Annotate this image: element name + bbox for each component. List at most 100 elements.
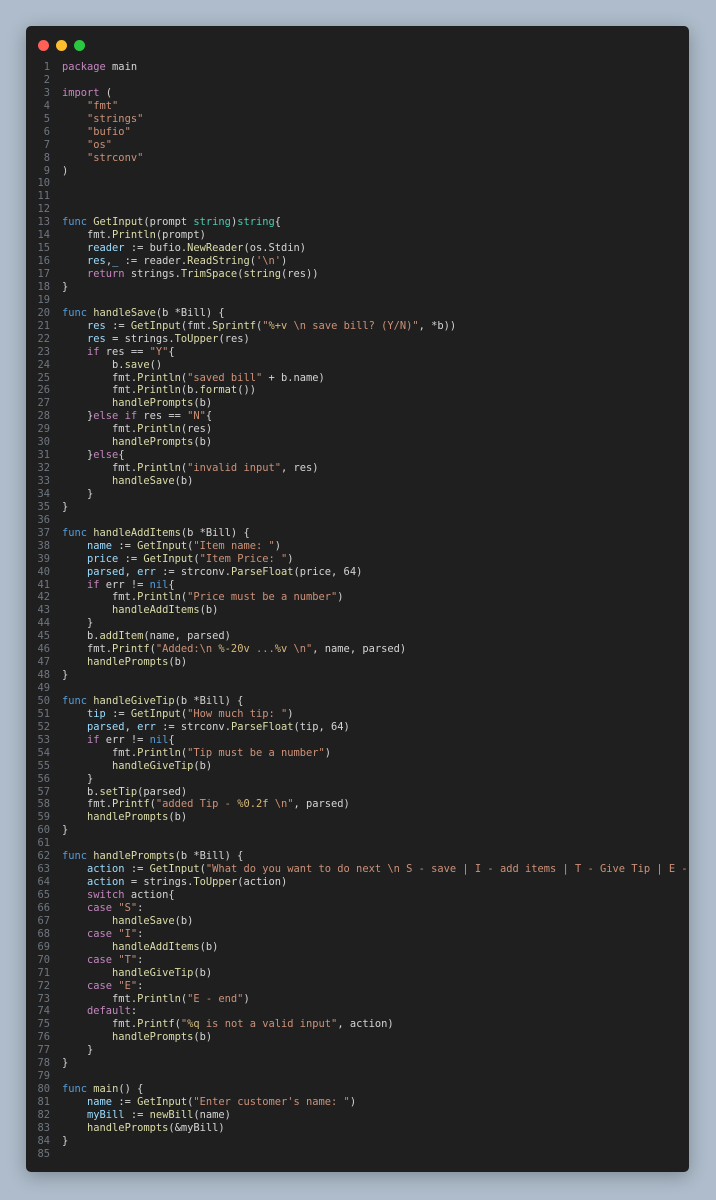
code-line: 57 b.setTip(parsed) — [26, 786, 689, 799]
code-token: : — [137, 953, 144, 966]
line-source: return strings.TrimSpace(string(res)) — [62, 268, 319, 281]
code-line: 23 if res == "Y"{ — [26, 346, 689, 359]
line-number: 57 — [37, 785, 50, 798]
code-token: fmt. — [62, 992, 138, 1005]
code-line: 14 fmt.Println(prompt) — [26, 229, 689, 242]
code-token: (b) — [174, 914, 194, 927]
code-token: "fmt" — [87, 99, 119, 112]
line-source: func main() { — [62, 1083, 143, 1096]
code-line: 58 fmt.Printf("added Tip - %0.2f \n", pa… — [26, 798, 689, 811]
code-token: "How much tip: " — [187, 707, 288, 720]
code-token: GetInput — [149, 863, 200, 876]
line-source: default: — [62, 1005, 137, 1018]
close-button[interactable] — [38, 40, 49, 51]
code-token: else — [93, 449, 119, 462]
code-token: := strconv. — [155, 720, 231, 733]
code-token: (b *Bill) { — [174, 850, 244, 863]
code-line: 52 parsed, err := strconv.ParseFloat(tip… — [26, 721, 689, 734]
code-token: := — [112, 539, 138, 552]
code-line: 36 — [26, 514, 689, 527]
code-line: 77 } — [26, 1044, 689, 1057]
line-number: 55 — [37, 759, 50, 772]
code-token: (b) — [193, 966, 213, 979]
code-line: 65 switch action{ — [26, 889, 689, 902]
code-token: ) — [274, 539, 281, 552]
code-line: 19 — [26, 294, 689, 307]
line-number: 60 — [37, 824, 50, 837]
code-token: default — [87, 1005, 131, 1018]
code-token: GetInput — [130, 319, 181, 332]
code-token: } — [62, 617, 94, 630]
code-token: else — [93, 410, 119, 423]
line-number: 66 — [37, 901, 50, 914]
line-source: name := GetInput("Item name: ") — [62, 540, 281, 553]
code-line: 75 fmt.Printf("%q is not a valid input",… — [26, 1018, 689, 1031]
line-number: 33 — [37, 475, 50, 487]
code-token: "strings" — [87, 112, 144, 125]
line-number: 19 — [37, 293, 50, 306]
code-token: () — [149, 358, 163, 371]
code-token: Println — [137, 423, 181, 436]
code-token: b. — [62, 358, 125, 371]
code-token: (name) — [193, 1108, 231, 1121]
line-number: 58 — [37, 798, 50, 811]
code-token: ) — [324, 746, 332, 759]
code-token: case — [87, 953, 113, 966]
code-token: } — [62, 410, 94, 423]
code-token: handleAddItems — [93, 526, 181, 539]
line-source: fmt.Println("E - end") — [62, 993, 250, 1006]
code-line: 39 price := GetInput("Item Price: ") — [26, 553, 689, 566]
code-token: save — [124, 358, 150, 371]
code-line: 45 b.addItem(name, parsed) — [26, 630, 689, 643]
line-number: 37 — [37, 526, 50, 539]
code-line: 70 case "T": — [26, 954, 689, 967]
minimize-button[interactable] — [56, 40, 67, 51]
line-number: 26 — [37, 384, 50, 397]
code-line: 83 handlePrompts(&myBill) — [26, 1122, 689, 1135]
line-number: 52 — [37, 720, 50, 733]
code-token: = strings. — [124, 876, 194, 889]
line-number: 75 — [37, 1018, 50, 1031]
code-token: } — [62, 1044, 94, 1057]
code-line: 13 func GetInput(prompt string)string{ — [26, 216, 689, 229]
code-line: 21 res := GetInput(fmt.Sprintf("%+v \n s… — [26, 320, 689, 333]
line-source: handlePrompts(b) — [62, 656, 187, 669]
line-source: } — [62, 617, 93, 630]
line-source: myBill := newBill(name) — [62, 1109, 231, 1122]
code-token: (fmt. — [180, 319, 213, 332]
code-token: (res) — [180, 423, 213, 436]
code-token: , action) — [337, 1018, 394, 1031]
line-source: func handleSave(b *Bill) { — [62, 307, 225, 320]
line-source: handleSave(b) — [62, 915, 193, 928]
code-line: 32 fmt.Println("invalid input", res) — [26, 462, 689, 475]
code-token: addItem — [99, 630, 144, 643]
code-line: 71 handleGiveTip(b) — [26, 967, 689, 980]
line-source: } — [62, 773, 93, 786]
line-number: 63 — [37, 863, 50, 876]
code-token: strings. — [124, 268, 181, 280]
line-source: fmt.Println("saved bill" + b.name) — [62, 372, 325, 385]
code-line: 49 — [26, 682, 689, 695]
maximize-button[interactable] — [74, 40, 85, 51]
code-token: ParseFloat — [230, 720, 294, 733]
line-number: 14 — [37, 229, 50, 242]
line-source: b.save() — [62, 359, 162, 372]
code-token: "os" — [87, 138, 113, 151]
code-token: func — [62, 526, 88, 539]
code-token: := — [105, 319, 131, 332]
line-number: 56 — [37, 772, 50, 785]
code-line: 35} — [26, 501, 689, 514]
line-number: 40 — [37, 565, 50, 578]
code-token: func — [62, 216, 88, 229]
code-line: 25 fmt.Println("saved bill" + b.name) — [26, 372, 689, 385]
line-number: 68 — [37, 927, 50, 940]
line-number: 69 — [37, 940, 50, 953]
code-token: \n" — [268, 798, 294, 811]
